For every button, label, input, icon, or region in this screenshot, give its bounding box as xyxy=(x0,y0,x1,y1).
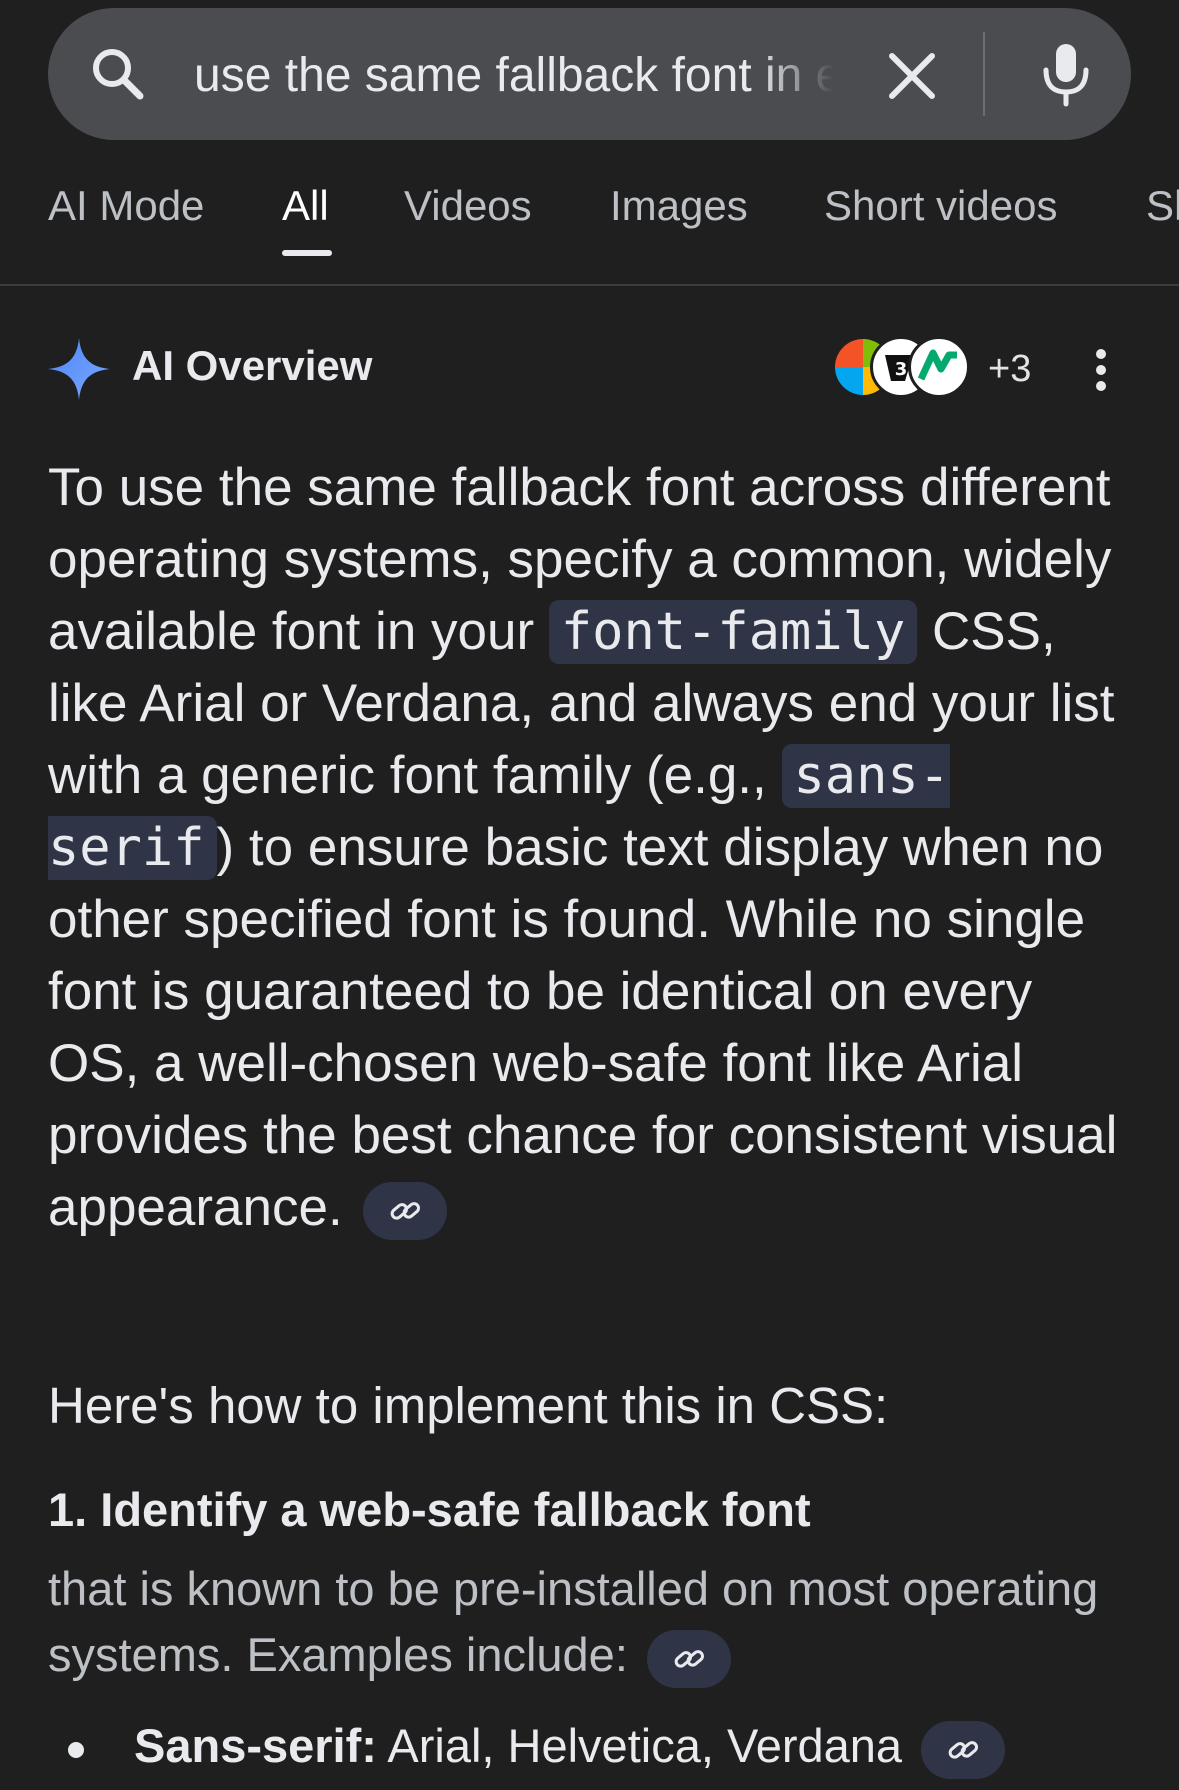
link-icon xyxy=(391,1202,421,1220)
inline-code-font-family: font-family xyxy=(548,600,918,664)
step-1-description: that is known to be pre-installed on mos… xyxy=(48,1556,1128,1688)
svg-text:3: 3 xyxy=(895,359,908,380)
source-avatar-w3[interactable] xyxy=(908,336,970,398)
tab-all[interactable]: All xyxy=(282,182,329,230)
step-1-title: 1. Identify a web-safe fallback font xyxy=(48,1483,811,1536)
section-heading: Here's how to implement this in CSS: xyxy=(48,1377,889,1434)
list-item: Sans-serif: Arial, Helvetica, Verdana xyxy=(48,1712,1168,1782)
more-options-icon[interactable] xyxy=(1088,348,1114,392)
search-input[interactable]: use the same fallback font in every oper… xyxy=(194,44,834,108)
ai-overview-title: AI Overview xyxy=(132,342,373,389)
more-sources-count[interactable]: +3 xyxy=(988,348,1031,391)
search-divider xyxy=(983,32,985,116)
link-icon xyxy=(948,1740,979,1759)
citation-link-button[interactable] xyxy=(921,1720,1006,1779)
source-avatars[interactable]: 3 xyxy=(832,334,972,404)
ai-overview-summary: To use the same fallback font across dif… xyxy=(48,452,1133,1244)
bullet-value: Arial, Helvetica, Verdana xyxy=(376,1719,903,1772)
citation-link-button[interactable] xyxy=(646,1629,731,1688)
step-1-text: that is known to be pre-installed on mos… xyxy=(48,1562,1099,1681)
bullet-label: Sans-serif: xyxy=(134,1719,377,1772)
tab-videos[interactable]: Videos xyxy=(404,182,532,230)
tab-ai-mode[interactable]: AI Mode xyxy=(48,182,204,230)
close-icon[interactable] xyxy=(884,48,940,104)
bullet-dot xyxy=(68,1742,84,1758)
tab-short-videos[interactable]: Short videos xyxy=(824,182,1057,230)
summary-text-3: ) to ensure basic text display when no o… xyxy=(48,818,1118,1237)
ai-overview-header: AI Overview 3 +3 xyxy=(48,334,1138,404)
microphone-icon[interactable] xyxy=(1034,40,1098,108)
sparkle-icon xyxy=(48,338,110,400)
tab-images[interactable]: Images xyxy=(610,182,748,230)
search-bar[interactable]: use the same fallback font in every oper… xyxy=(48,8,1131,140)
bullet-text: Sans-serif: Arial, Helvetica, Verdana xyxy=(134,1718,1006,1779)
tab-shopping[interactable]: Sh xyxy=(1146,182,1179,230)
search-tabs: AI Mode All Videos Images Short videos S… xyxy=(0,168,1179,286)
search-icon[interactable] xyxy=(88,44,148,104)
active-tab-indicator xyxy=(282,250,332,256)
link-icon xyxy=(674,1649,704,1668)
citation-link-button[interactable] xyxy=(363,1182,448,1240)
